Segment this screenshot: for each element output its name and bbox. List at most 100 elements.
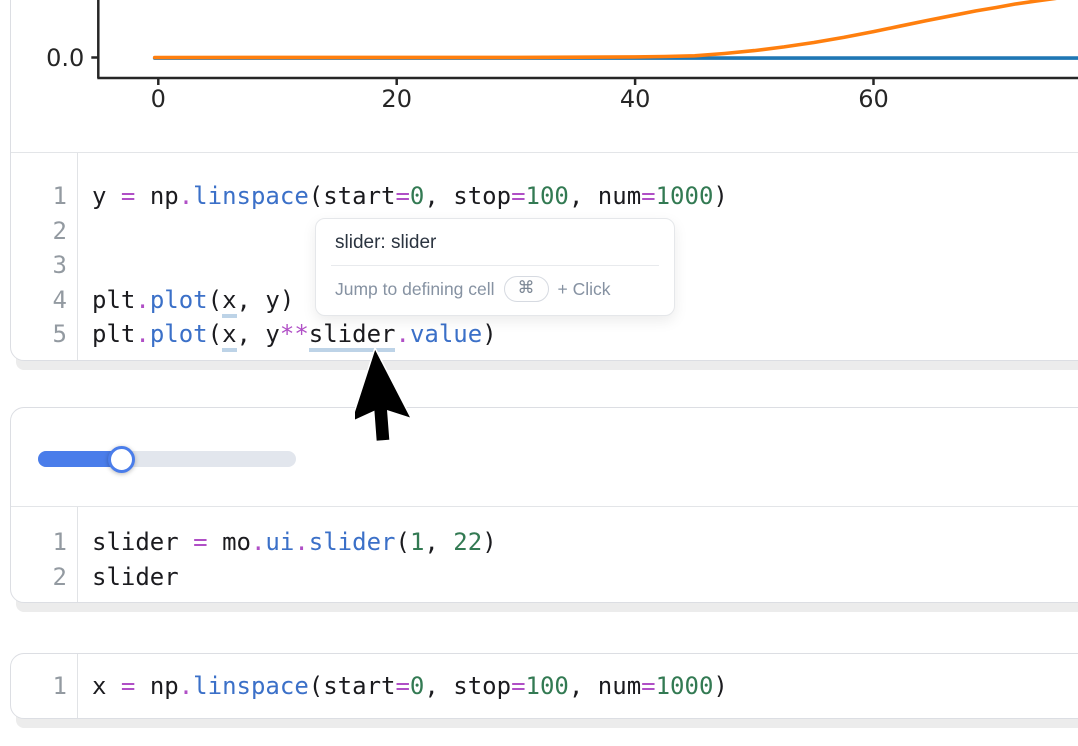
code-token: np [150, 182, 179, 210]
code-token: ) [713, 182, 727, 210]
code-editor-x[interactable]: 1x = np.linspace(start=0, stop=100, num=… [11, 654, 1078, 718]
click-hint-label: + Click [558, 279, 611, 300]
line-number: 2 [11, 560, 77, 595]
code-token [208, 528, 222, 556]
code-token: , [237, 286, 266, 314]
slider-output [11, 408, 1078, 506]
code-token: stop [453, 672, 511, 700]
variable-hover-tooltip: slider: slider Jump to defining cell ⌘ +… [315, 218, 675, 316]
code-token: ) [713, 672, 727, 700]
code-line[interactable]: 1y = np.linspace(start=0, stop=100, num=… [11, 179, 1078, 214]
code-token: ( [309, 182, 323, 210]
x-axis-tick-label: 40 [620, 85, 651, 113]
tooltip-hint-row: Jump to defining cell ⌘ + Click [316, 266, 674, 315]
code-token: x [222, 286, 236, 318]
code-token: 0 [410, 672, 424, 700]
code-token [179, 528, 193, 556]
code-token: . [179, 672, 193, 700]
code-token: np [150, 672, 179, 700]
code-token: 100 [526, 672, 569, 700]
code-token: start [323, 182, 395, 210]
code-token [106, 672, 120, 700]
x-axis-tick-label: 60 [858, 85, 889, 113]
code-token: plt [92, 320, 135, 348]
code-token: , [237, 320, 266, 348]
code-token: stop [453, 182, 511, 210]
code-token: ( [309, 672, 323, 700]
code-token: y [265, 320, 279, 348]
line-chart: 0.00204060 [11, 0, 1078, 152]
code-token: 100 [526, 182, 569, 210]
slider-thumb[interactable] [108, 446, 135, 473]
code-token: ( [395, 528, 409, 556]
line-number: 3 [11, 248, 77, 283]
code-token: slider [92, 528, 179, 556]
code-editor-slider[interactable]: 1slider = mo.ui.slider(1, 22)2 slider [11, 506, 1078, 603]
line-number: 2 [11, 214, 77, 249]
x-axis-tick-label: 20 [381, 85, 412, 113]
code-token: = [121, 672, 135, 700]
code-token: , [424, 182, 453, 210]
code-token: = [641, 672, 655, 700]
code-token: x [92, 672, 106, 700]
notebook-page: 0.00204060 1y = np.linspace(start=0, sto… [0, 0, 1078, 746]
code-token: . [179, 182, 193, 210]
code-token: start [323, 672, 395, 700]
code-token: mo [222, 528, 251, 556]
code-token: slider [309, 528, 396, 556]
code-token: ) [280, 286, 294, 314]
jump-to-cell-label: Jump to defining cell [335, 279, 495, 300]
code-token: 0 [410, 182, 424, 210]
line-number: 4 [11, 283, 77, 318]
series-line [155, 0, 1078, 57]
plot-output: 0.00204060 [11, 0, 1078, 152]
code-token: = [395, 182, 409, 210]
line-number: 5 [11, 317, 77, 352]
code-line[interactable]: 1x = np.linspace(start=0, stop=100, num=… [11, 669, 1078, 704]
code-token: 1 [410, 528, 424, 556]
code-token: . [251, 528, 265, 556]
code-content: x = np.linspace(start=0, stop=100, num=1… [77, 669, 1078, 704]
code-content: slider [77, 560, 1078, 595]
slider-track[interactable] [38, 451, 296, 467]
code-token: 1000 [656, 182, 714, 210]
code-token: x [222, 320, 236, 352]
code-token: y [92, 182, 106, 210]
code-line[interactable]: 1slider = mo.ui.slider(1, 22) [11, 525, 1078, 560]
code-content: plt.plot(x, y**slider.value) [77, 317, 1078, 352]
code-token: 22 [453, 528, 482, 556]
code-token: 1000 [656, 672, 714, 700]
code-token: ) [482, 528, 496, 556]
code-token: slider [92, 563, 179, 591]
line-number: 1 [11, 669, 77, 704]
code-line[interactable]: 2 slider [11, 560, 1078, 595]
code-token: num [598, 672, 641, 700]
cell-x: 1x = np.linspace(start=0, stop=100, num=… [10, 653, 1078, 719]
code-token: = [641, 182, 655, 210]
code-token [106, 182, 120, 210]
code-token: . [135, 286, 149, 314]
line-number: 1 [11, 179, 77, 214]
code-token: plot [150, 286, 208, 314]
mouse-cursor-icon [355, 344, 455, 454]
code-token: y [265, 286, 279, 314]
code-line[interactable]: 5plt.plot(x, y**slider.value) [11, 317, 1078, 352]
code-content: slider = mo.ui.slider(1, 22) [77, 525, 1078, 560]
code-token: , [569, 182, 598, 210]
code-token: ) [482, 320, 496, 348]
code-token: = [511, 182, 525, 210]
code-token: ui [265, 528, 294, 556]
code-token: = [193, 528, 207, 556]
code-token: ( [208, 286, 222, 314]
code-token: . [135, 320, 149, 348]
code-token: = [395, 672, 409, 700]
x-axis-tick-label: 0 [151, 85, 166, 113]
code-token: . [294, 528, 308, 556]
code-token: = [511, 672, 525, 700]
code-content: y = np.linspace(start=0, stop=100, num=1… [77, 179, 1078, 214]
code-token: plt [92, 286, 135, 314]
line-number: 1 [11, 525, 77, 560]
code-token [135, 672, 149, 700]
code-token: = [121, 182, 135, 210]
cell-slider: 1slider = mo.ui.slider(1, 22)2 slider [10, 407, 1078, 603]
